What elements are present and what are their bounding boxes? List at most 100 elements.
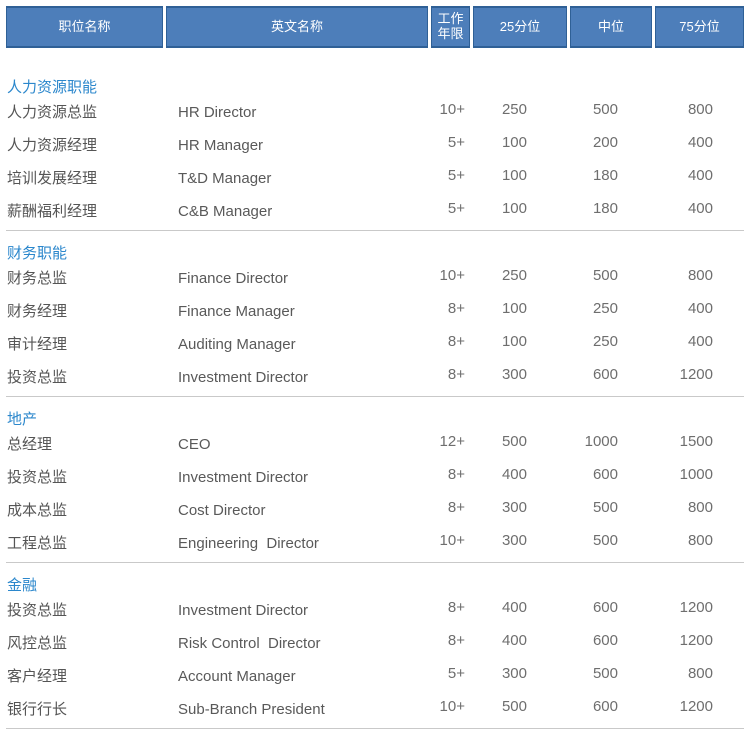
- column-header-label: 75分位: [679, 20, 719, 35]
- work-years-value: 8+: [431, 466, 470, 483]
- percentile-75-value: 800: [655, 499, 744, 516]
- percentile-25-value: 100: [473, 200, 567, 217]
- position-name-en: Account Manager: [166, 668, 428, 685]
- table-row: 银行行长 Sub-Branch President 10+ 500 600 12…: [6, 693, 744, 726]
- position-name-cn: 培训发展经理: [6, 170, 163, 187]
- median-value: 200: [570, 134, 652, 151]
- median-value: 600: [570, 698, 652, 715]
- percentile-75-value: 800: [655, 665, 744, 682]
- median-value: 250: [570, 333, 652, 350]
- position-name-cn: 审计经理: [6, 336, 163, 353]
- position-name-en: Finance Director: [166, 270, 428, 287]
- column-header-percentile-25: 25分位: [473, 6, 567, 48]
- table-section: 金融 投资总监 Investment Director 8+ 400 600 1…: [6, 563, 744, 729]
- percentile-25-value: 300: [473, 665, 567, 682]
- median-value: 600: [570, 366, 652, 383]
- work-years-value: 5+: [431, 134, 470, 151]
- section-title: 财务职能: [6, 246, 744, 262]
- table-section: 人力资源职能 人力资源总监 HR Director 10+ 250 500 80…: [6, 48, 744, 231]
- column-header-label: 中位: [598, 20, 624, 35]
- median-value: 600: [570, 632, 652, 649]
- work-years-value: 10+: [431, 267, 470, 284]
- percentile-75-value: 800: [655, 532, 744, 549]
- table-row: 财务总监 Finance Director 10+ 250 500 800: [6, 262, 744, 295]
- column-header-median: 中位: [570, 6, 652, 48]
- position-name-en: Sub-Branch President: [166, 701, 428, 718]
- position-name-en: Cost Director: [166, 502, 428, 519]
- work-years-value: 5+: [431, 200, 470, 217]
- percentile-25-value: 100: [473, 333, 567, 350]
- median-value: 600: [570, 466, 652, 483]
- position-name-cn: 财务总监: [6, 270, 163, 287]
- position-name-cn: 工程总监: [6, 535, 163, 552]
- table-row: 投资总监 Investment Director 8+ 400 600 1200: [6, 594, 744, 627]
- median-value: 250: [570, 300, 652, 317]
- percentile-75-value: 400: [655, 134, 744, 151]
- column-header-work-years: 工作年限: [431, 6, 470, 48]
- position-name-cn: 财务经理: [6, 303, 163, 320]
- work-years-value: 10+: [431, 698, 470, 715]
- percentile-25-value: 100: [473, 300, 567, 317]
- percentile-75-value: 1200: [655, 698, 744, 715]
- work-years-value: 8+: [431, 333, 470, 350]
- percentile-75-value: 1200: [655, 632, 744, 649]
- section-title: 人力资源职能: [6, 80, 744, 96]
- percentile-25-value: 250: [473, 267, 567, 284]
- section-rows: 总经理 CEO 12+ 500 1000 1500 投资总监 Investmen…: [6, 428, 744, 560]
- median-value: 500: [570, 665, 652, 682]
- percentile-75-value: 1000: [655, 466, 744, 483]
- column-header-label: 工作年限: [432, 12, 469, 42]
- percentile-25-value: 400: [473, 599, 567, 616]
- percentile-25-value: 400: [473, 466, 567, 483]
- percentile-25-value: 250: [473, 101, 567, 118]
- median-value: 500: [570, 532, 652, 549]
- position-name-cn: 风控总监: [6, 635, 163, 652]
- work-years-value: 8+: [431, 599, 470, 616]
- percentile-25-value: 500: [473, 433, 567, 450]
- position-name-en: Investment Director: [166, 469, 428, 486]
- percentile-75-value: 800: [655, 267, 744, 284]
- table-section: 地产 总经理 CEO 12+ 500 1000 1500 投资总监 Invest…: [6, 397, 744, 563]
- percentile-25-value: 400: [473, 632, 567, 649]
- percentile-75-value: 400: [655, 200, 744, 217]
- table-row: 人力资源经理 HR Manager 5+ 100 200 400: [6, 129, 744, 162]
- position-name-cn: 银行行长: [6, 701, 163, 718]
- section-title: 金融: [6, 578, 744, 594]
- position-name-cn: 薪酬福利经理: [6, 203, 163, 220]
- median-value: 500: [570, 267, 652, 284]
- work-years-value: 8+: [431, 632, 470, 649]
- column-header-label: 职位名称: [58, 20, 110, 35]
- position-name-en: Auditing Manager: [166, 336, 428, 353]
- position-name-cn: 人力资源总监: [6, 104, 163, 121]
- table-row: 审计经理 Auditing Manager 8+ 100 250 400: [6, 328, 744, 361]
- percentile-75-value: 1200: [655, 366, 744, 383]
- median-value: 500: [570, 499, 652, 516]
- work-years-value: 10+: [431, 101, 470, 118]
- column-header-label: 英文名称: [271, 20, 323, 35]
- table-row: 风控总监 Risk Control Director 8+ 400 600 12…: [6, 627, 744, 660]
- percentile-75-value: 400: [655, 333, 744, 350]
- section-title: 地产: [6, 412, 744, 428]
- median-value: 500: [570, 101, 652, 118]
- table-section: 财务职能 财务总监 Finance Director 10+ 250 500 8…: [6, 231, 744, 397]
- position-name-en: Finance Manager: [166, 303, 428, 320]
- work-years-value: 10+: [431, 532, 470, 549]
- position-name-cn: 成本总监: [6, 502, 163, 519]
- median-value: 600: [570, 599, 652, 616]
- table-row: 客户经理 Account Manager 5+ 300 500 800: [6, 660, 744, 693]
- work-years-value: 8+: [431, 499, 470, 516]
- position-name-en: Investment Director: [166, 369, 428, 386]
- work-years-value: 8+: [431, 366, 470, 383]
- position-name-cn: 人力资源经理: [6, 137, 163, 154]
- table-row: 投资总监 Investment Director 8+ 300 600 1200: [6, 361, 744, 394]
- position-name-en: Investment Director: [166, 602, 428, 619]
- table-row: 工程总监 Engineering Director 10+ 300 500 80…: [6, 527, 744, 560]
- table-row: 总经理 CEO 12+ 500 1000 1500: [6, 428, 744, 461]
- percentile-25-value: 500: [473, 698, 567, 715]
- salary-table-page: 职位名称 英文名称 工作年限 25分位 中位 75分位 人力资源职能 人力资源总…: [0, 0, 750, 729]
- work-years-value: 5+: [431, 665, 470, 682]
- table-row: 财务经理 Finance Manager 8+ 100 250 400: [6, 295, 744, 328]
- percentile-75-value: 400: [655, 300, 744, 317]
- position-name-en: Engineering Director: [166, 535, 428, 552]
- percentile-75-value: 1200: [655, 599, 744, 616]
